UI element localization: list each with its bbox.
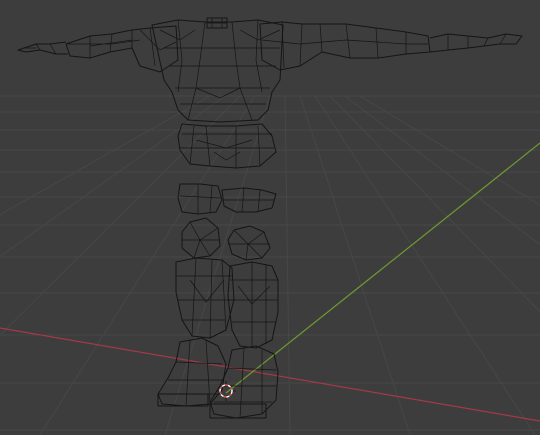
right-arm: [259, 21, 523, 71]
torso: [151, 19, 284, 123]
right-thigh: [221, 187, 277, 213]
right-foot: [209, 345, 279, 419]
viewport-canvas[interactable]: [0, 0, 540, 435]
left-knee: [181, 217, 221, 259]
left-shin: [175, 257, 235, 339]
left-thigh: [177, 183, 223, 215]
3d-viewport[interactable]: [0, 0, 540, 435]
neck-part: [206, 17, 228, 29]
pelvis: [177, 123, 277, 169]
x-axis-line: [0, 327, 540, 422]
right-knee: [227, 225, 271, 261]
3d-cursor-icon[interactable]: [216, 381, 236, 401]
